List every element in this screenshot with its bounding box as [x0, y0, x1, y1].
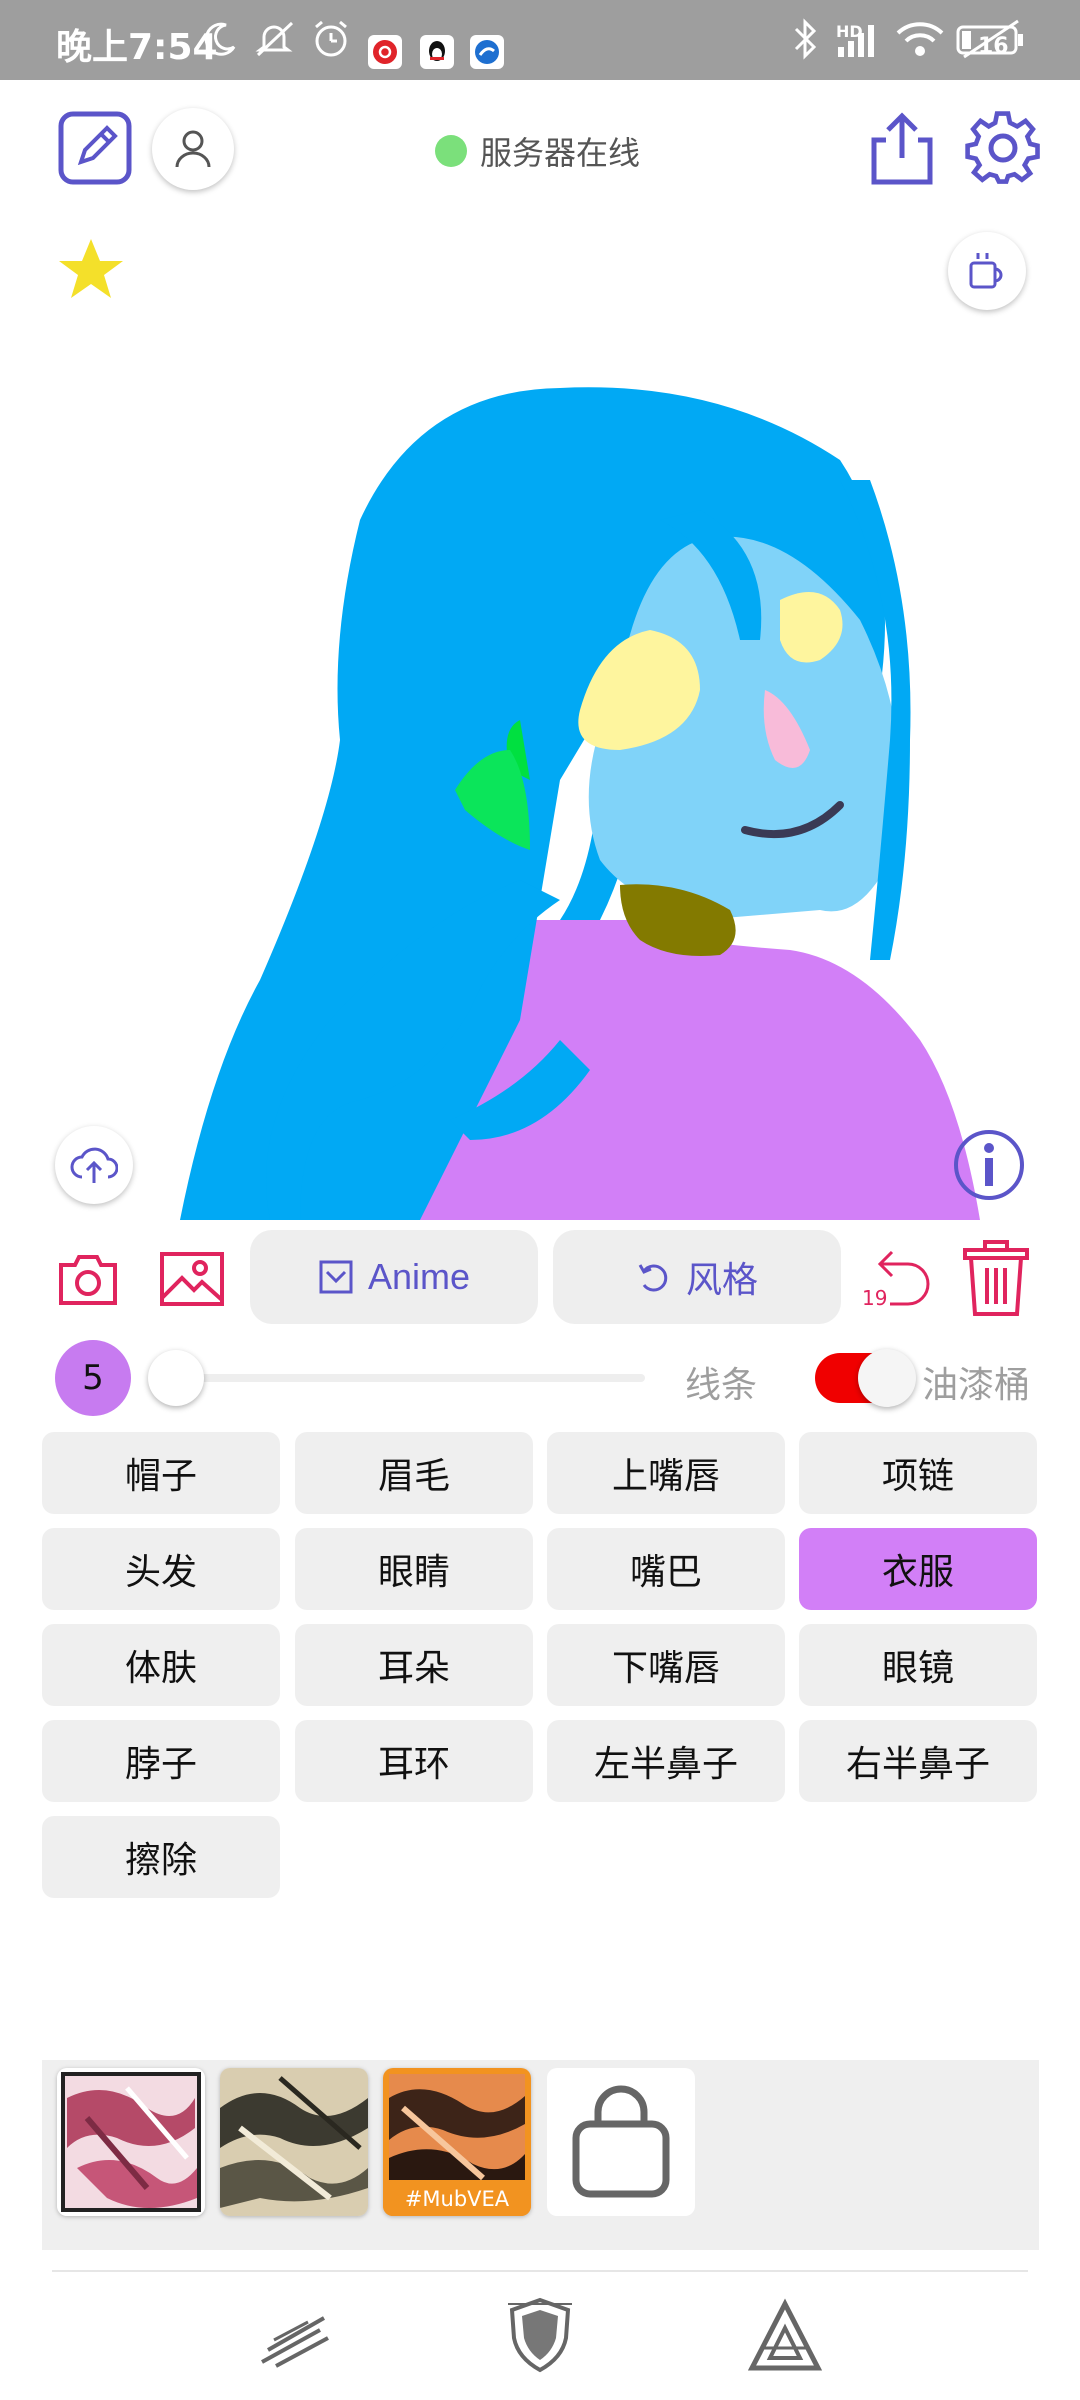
moon-icon: [200, 14, 240, 64]
signal-icon: [834, 14, 884, 64]
shopping-bag-icon: [572, 2085, 670, 2198]
part-button[interactable]: 嘴巴: [547, 1528, 785, 1610]
sketch-drawing: [180, 387, 980, 1220]
part-button[interactable]: 耳朵: [295, 1624, 533, 1706]
rotate-icon: [638, 1264, 668, 1292]
brush-size-slider[interactable]: [150, 1374, 645, 1382]
part-button[interactable]: 上嘴唇: [547, 1432, 785, 1514]
part-button[interactable]: 右半鼻子: [799, 1720, 1037, 1802]
thumbnail-image: [57, 2068, 205, 2216]
part-button[interactable]: 帽子: [42, 1432, 280, 1514]
status-bar: 晚上7:54 HD 16: [0, 0, 1080, 80]
trash-icon[interactable]: [960, 1238, 1032, 1318]
checkbox-icon: [319, 1260, 353, 1294]
qq-icon: [420, 35, 454, 69]
bluetooth-icon: [790, 14, 820, 64]
part-button[interactable]: 眼睛: [295, 1528, 533, 1610]
undo-count: 19: [862, 1286, 888, 1310]
info-icon[interactable]: [952, 1128, 1026, 1202]
part-button[interactable]: 眼镜: [799, 1624, 1037, 1706]
netease-icon: [368, 35, 402, 69]
part-button[interactable]: 脖子: [42, 1720, 280, 1802]
style-thumbnail[interactable]: [57, 2068, 205, 2216]
brush-size-badge: 5: [55, 1340, 131, 1416]
part-button[interactable]: 耳环: [295, 1720, 533, 1802]
brush-strokes-icon[interactable]: [258, 2300, 334, 2372]
part-button[interactable]: 眉毛: [295, 1432, 533, 1514]
wifi-icon: [894, 14, 946, 64]
server-status-dot: [435, 135, 467, 167]
drawing-canvas[interactable]: [0, 220, 1080, 1220]
line-mode-label[interactable]: 线条: [685, 1356, 757, 1408]
shield-icon[interactable]: [502, 2294, 578, 2374]
server-status-text: 服务器在线: [480, 134, 641, 172]
style-thumbnail[interactable]: [220, 2068, 368, 2216]
part-button[interactable]: 体肤: [42, 1624, 280, 1706]
anime-mode-button[interactable]: Anime: [250, 1230, 538, 1324]
thumbnail-tag: #MubVEA: [383, 2182, 531, 2216]
part-button[interactable]: 头发: [42, 1528, 280, 1610]
part-button[interactable]: 下嘴唇: [547, 1624, 785, 1706]
triangle-logo-icon[interactable]: [748, 2298, 822, 2374]
edit-icon[interactable]: [57, 110, 133, 186]
shop-bag-button[interactable]: [547, 2068, 695, 2216]
part-button[interactable]: 项链: [799, 1432, 1037, 1514]
brush-size-slider-thumb[interactable]: [148, 1350, 204, 1406]
anime-mode-label: Anime: [367, 1256, 471, 1297]
part-button[interactable]: 擦除: [42, 1816, 280, 1898]
mute-icon: [252, 14, 298, 64]
cloud-upload-icon[interactable]: [55, 1126, 133, 1204]
settings-gear-icon[interactable]: [963, 108, 1043, 188]
user-icon[interactable]: [152, 108, 234, 190]
style-label: 风格: [685, 1259, 758, 1300]
share-icon[interactable]: [866, 110, 938, 188]
camera-icon[interactable]: [57, 1248, 119, 1310]
thumbnail-image: [220, 2068, 368, 2216]
part-button[interactable]: 左半鼻子: [547, 1720, 785, 1802]
paint-bucket-label[interactable]: 油漆桶: [922, 1356, 1030, 1408]
alarm-icon: [310, 14, 352, 64]
battery-level: 16: [978, 34, 1009, 59]
divider: [52, 2270, 1028, 2272]
image-gallery-icon[interactable]: [158, 1248, 226, 1310]
status-time: 晚上7:54: [56, 27, 218, 68]
paint-bucket-toggle-thumb[interactable]: [858, 1349, 916, 1407]
style-button[interactable]: 风格: [553, 1230, 841, 1324]
style-thumbnail[interactable]: #MubVEA: [383, 2068, 531, 2216]
app-icon: [470, 35, 504, 69]
part-button[interactable]: 衣服: [799, 1528, 1037, 1610]
